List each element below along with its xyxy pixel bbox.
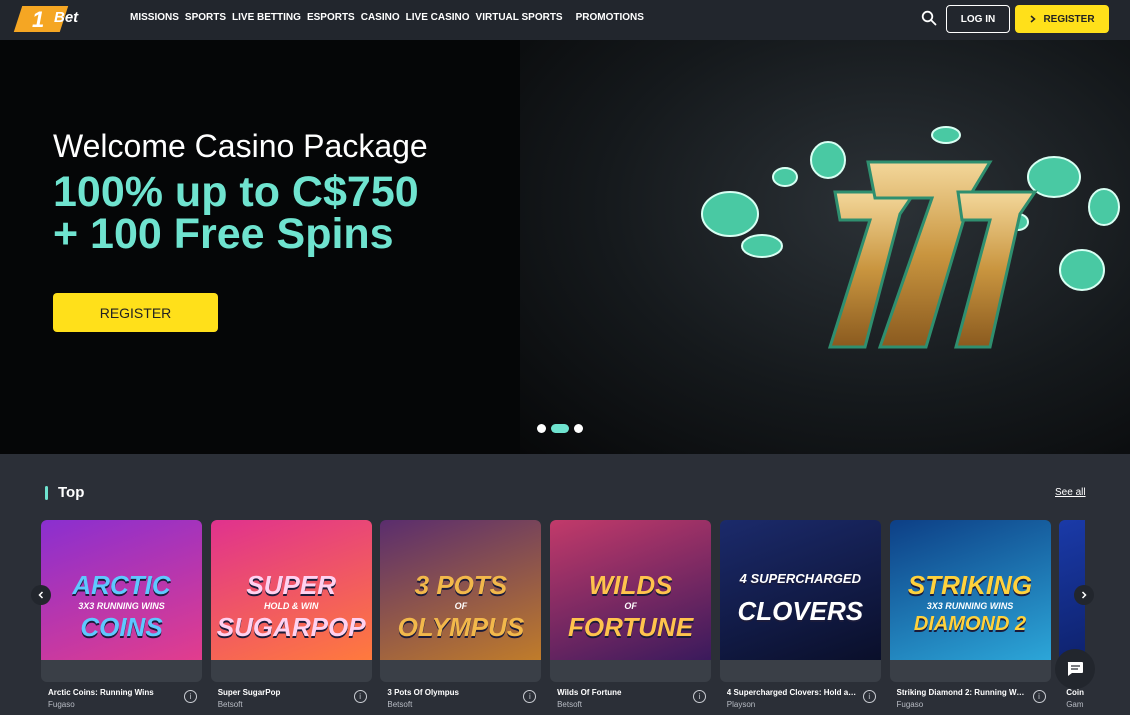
site-logo[interactable]: 1 Bet [13,6,92,32]
game-thumbnail[interactable]: SUPER HOLD & WIN SUGARPOP [210,520,372,660]
nav-sports[interactable]: SPORTS [185,12,226,23]
game-art-title: CLOVERS [737,596,864,626]
game-card-footer [719,660,881,682]
game-art-title: 3 POTS [414,570,508,600]
game-art-subtitle: 3X3 RUNNING WINS [926,601,1014,611]
game-card[interactable]: 4 SUPERCHARGED CLOVERS 4 Supercharged Clov… [719,520,881,715]
chat-button[interactable] [1055,649,1095,689]
game-card[interactable]: WILDS OF FORTUNE Wilds Of Fortune Betsoft i [550,520,712,715]
nav-virtual-sports[interactable]: VIRTUAL SPORTS [476,12,563,23]
info-icon[interactable]: i [693,690,707,703]
game-art-title: SUPER [246,570,336,600]
logo-number: 1 [32,7,45,32]
nav-esports[interactable]: ESPORTS [307,12,355,23]
info-icon[interactable]: i [184,690,197,703]
game-name[interactable]: Coin [1066,688,1085,697]
game-art-title: OLYMPUS [397,612,525,642]
game-card-footer [889,660,1051,682]
game-thumbnail[interactable]: 4 SUPERCHARGED CLOVERS [719,520,881,660]
hero-offer-line2: + 100 Free Spins [53,210,394,258]
site-header: 1 Bet MISSIONS SPORTS LIVE BETTING ESPOR… [0,0,1130,40]
carousel-prev-button[interactable] [31,585,51,605]
game-provider: Betsoft [387,700,413,709]
info-icon[interactable]: i [523,690,537,703]
register-button-label: REGISTER [1043,13,1095,25]
game-art-title: ARCTIC [72,570,171,600]
game-name[interactable]: 4 Supercharged Clovers: Hold and Win [727,688,857,697]
carousel-next-button[interactable] [1074,585,1094,605]
game-art-title: WILDS [588,570,673,600]
slider-dots [537,424,583,433]
section-marker [45,486,48,500]
nav-missions[interactable]: MISSIONS [130,12,179,23]
lucky-777-illustration [701,126,1120,349]
main-nav: MISSIONS SPORTS LIVE BETTING ESPORTS CAS… [130,12,650,23]
game-art-title: COINS [80,612,163,642]
game-card-footer [380,660,542,682]
game-art-subtitle: OF [624,601,637,611]
game-art-subtitle: OF [454,601,468,611]
hero-title: Welcome Casino Package [53,128,428,164]
chat-icon [1067,662,1083,676]
nav-promotions[interactable]: PROMOTIONS [576,12,644,23]
game-provider: Betsoft [217,700,243,709]
slider-dot[interactable] [574,424,583,433]
register-button[interactable]: REGISTER [1015,5,1109,33]
game-thumbnail[interactable]: STRIKING 3X3 RUNNING WINS DIAMOND 2 [889,520,1051,660]
games-carousel: ARCTIC 3X3 RUNNING WINS COINS Arctic Coins:… [41,520,1085,715]
info-icon[interactable]: i [862,690,876,703]
game-name[interactable]: Arctic Coins: Running Wins [48,688,178,697]
game-name[interactable]: Wilds Of Fortune [557,688,687,697]
info-icon[interactable]: i [353,690,367,703]
nav-casino[interactable]: CASINO [361,12,400,23]
game-thumbnail[interactable]: ARCTIC 3X3 RUNNING WINS COINS [41,520,202,660]
slider-dot[interactable] [537,424,546,433]
game-art-title: 4 SUPERCHARGED [739,571,861,586]
game-card-footer [41,660,202,682]
info-icon[interactable]: i [1032,690,1046,703]
game-art-title: DIAMOND 2 [913,613,1027,635]
see-all-link[interactable]: See all [1055,487,1086,498]
game-card[interactable]: SUPER HOLD & WIN SUGARPOP Super SugarPop Bet… [210,520,372,715]
game-provider: Gam [1066,700,1084,709]
slider-dot-active[interactable] [551,424,569,433]
login-button[interactable]: LOG IN [946,5,1010,33]
hero-register-button[interactable]: REGISTER [53,293,218,332]
game-name[interactable]: 3 Pots Of Olympus [387,688,517,697]
game-provider: Betsoft [557,700,582,709]
game-name[interactable]: Super SugarPop [218,688,348,697]
logo-text: Bet [54,9,79,26]
game-art-title: SUGARPOP [216,612,366,642]
game-thumbnail[interactable]: 3 POTS OF OLYMPUS [380,520,542,660]
game-provider: Fugaso [48,700,75,709]
game-card[interactable]: ARCTIC 3X3 RUNNING WINS COINS Arctic Coins:… [41,520,202,715]
section-title-top: Top [58,484,85,501]
game-provider: Fugaso [896,700,924,709]
chevron-right-icon [1030,15,1037,23]
game-provider: Playson [726,700,756,709]
chevron-left-icon [38,591,44,599]
nav-live-betting[interactable]: LIVE BETTING [232,12,301,23]
game-thumbnail[interactable]: WILDS OF FORTUNE [550,520,712,660]
game-card-footer [210,660,372,682]
game-name[interactable]: Striking Diamond 2: Running Wins [897,688,1027,697]
game-art-subtitle: HOLD & WIN [263,601,319,611]
game-card[interactable]: STRIKING 3X3 RUNNING WINS DIAMOND 2 Strikin… [889,520,1051,715]
game-art-title: FORTUNE [567,612,694,642]
chevron-right-icon [1081,591,1087,599]
game-card[interactable]: 3 POTS OF OLYMPUS 3 Pots Of Olympus Betsoft i [380,520,542,715]
game-card-footer [550,660,712,682]
hero-banner: Welcome Casino Package 100% up to C$750 … [0,40,1130,454]
game-art-title: STRIKING [907,570,1033,600]
game-art-subtitle: 3X3 RUNNING WINS [78,601,165,611]
search-icon[interactable] [921,10,937,26]
nav-live-casino[interactable]: LIVE CASINO [406,12,470,23]
